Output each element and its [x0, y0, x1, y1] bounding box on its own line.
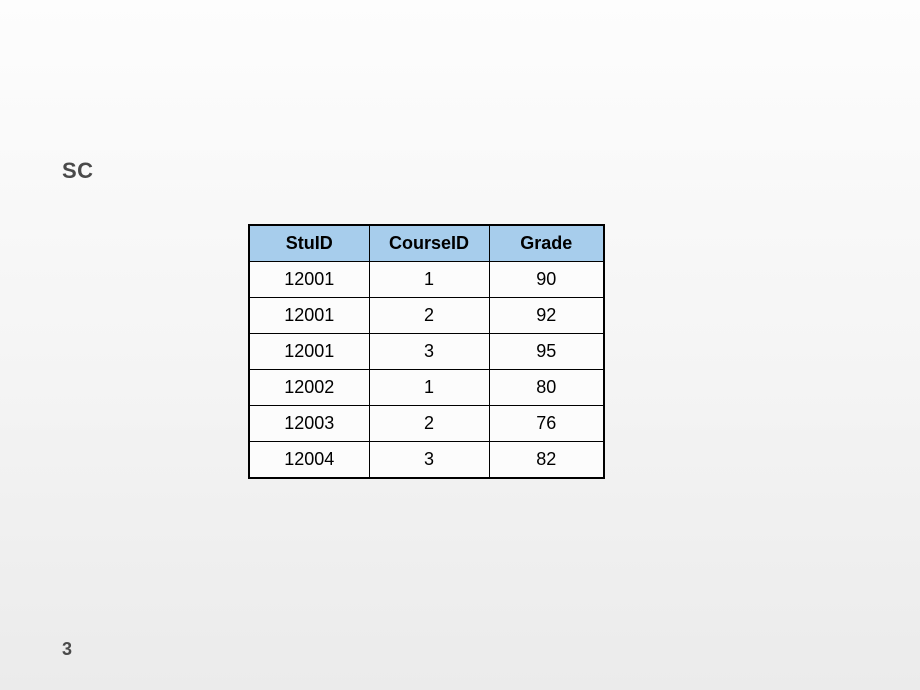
table-row: 12004 3 82 — [249, 442, 604, 479]
cell-grade: 76 — [489, 406, 604, 442]
table-row: 12003 2 76 — [249, 406, 604, 442]
table-header-row: StuID CourseID Grade — [249, 225, 604, 262]
table-row: 12001 2 92 — [249, 298, 604, 334]
sc-table-container: StuID CourseID Grade 12001 1 90 12001 2 … — [248, 224, 605, 479]
cell-stuid: 12001 — [249, 334, 369, 370]
cell-stuid: 12004 — [249, 442, 369, 479]
cell-courseid: 3 — [369, 442, 489, 479]
cell-courseid: 1 — [369, 370, 489, 406]
table-row: 12001 1 90 — [249, 262, 604, 298]
cell-grade: 90 — [489, 262, 604, 298]
header-courseid: CourseID — [369, 225, 489, 262]
cell-courseid: 1 — [369, 262, 489, 298]
cell-stuid: 12001 — [249, 262, 369, 298]
page-number: 3 — [62, 639, 72, 660]
cell-grade: 82 — [489, 442, 604, 479]
cell-stuid: 12001 — [249, 298, 369, 334]
cell-courseid: 3 — [369, 334, 489, 370]
cell-courseid: 2 — [369, 406, 489, 442]
cell-grade: 95 — [489, 334, 604, 370]
cell-stuid: 12003 — [249, 406, 369, 442]
cell-grade: 92 — [489, 298, 604, 334]
cell-stuid: 12002 — [249, 370, 369, 406]
header-stuid: StuID — [249, 225, 369, 262]
slide-title: SC — [62, 158, 94, 184]
header-grade: Grade — [489, 225, 604, 262]
sc-table: StuID CourseID Grade 12001 1 90 12001 2 … — [248, 224, 605, 479]
cell-grade: 80 — [489, 370, 604, 406]
table-row: 12002 1 80 — [249, 370, 604, 406]
table-row: 12001 3 95 — [249, 334, 604, 370]
cell-courseid: 2 — [369, 298, 489, 334]
